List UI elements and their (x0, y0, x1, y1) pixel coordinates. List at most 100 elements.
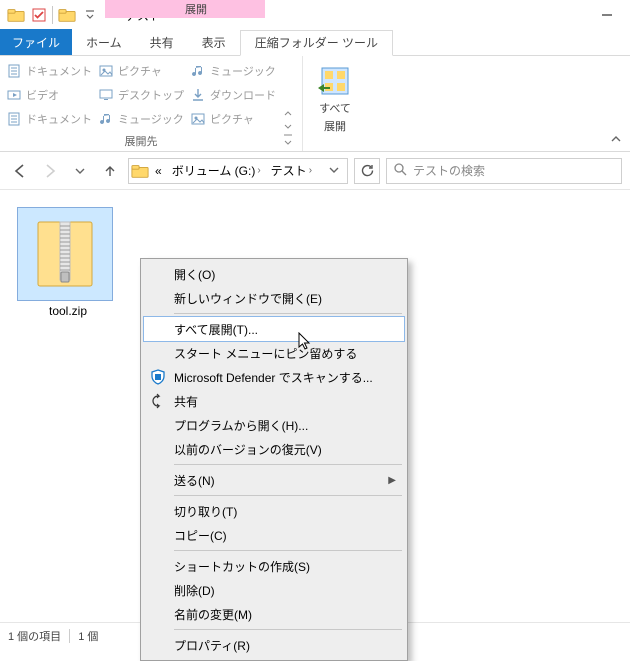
document-icon (6, 63, 22, 79)
destination-item[interactable]: ビデオ (6, 84, 92, 106)
context-menu: 開く(O) 新しいウィンドウで開く(E) すべて展開(T)... スタート メニ… (140, 258, 408, 661)
address-bar[interactable]: « ボリューム (G:)› テスト› (128, 158, 348, 184)
destination-item[interactable]: ミュージック (98, 108, 184, 130)
file-thumbnail (18, 208, 112, 300)
extract-all-button[interactable]: すべて 展開 (309, 60, 361, 138)
menu-share[interactable]: 共有 (144, 389, 404, 413)
tab-home[interactable]: ホーム (72, 29, 136, 55)
share-icon (149, 392, 167, 410)
music-icon (190, 63, 206, 79)
chevron-right-icon[interactable]: › (309, 165, 312, 176)
menu-copy[interactable]: コピー(C) (144, 523, 404, 547)
menu-separator (174, 495, 402, 496)
menu-properties[interactable]: プロパティ(R) (144, 633, 404, 657)
menu-previous-versions[interactable]: 以前のバージョンの復元(V) (144, 437, 404, 461)
context-tab-header: 展開 (105, 0, 265, 18)
destination-label: ビデオ (26, 87, 59, 103)
chevron-right-icon[interactable]: › (257, 165, 260, 176)
search-box[interactable]: テストの検索 (386, 158, 622, 184)
chevron-right-icon: ▶ (388, 475, 396, 486)
destination-label: ミュージック (118, 111, 184, 127)
picture-icon (190, 111, 206, 127)
breadcrumb-seg-1[interactable]: ボリューム (G:)› (168, 162, 265, 179)
menu-cut[interactable]: 切り取り(T) (144, 499, 404, 523)
status-item-count: 1 個の項目 (8, 628, 61, 644)
menu-send-to[interactable]: 送る(N)▶ (144, 468, 404, 492)
zip-icon (34, 218, 96, 290)
ribbon: ドキュメントピクチャミュージックビデオデスクトップダウンロードドキュメントミュー… (0, 56, 630, 152)
menu-open[interactable]: 開く(O) (144, 262, 404, 286)
destination-label: ドキュメント (26, 63, 92, 79)
destination-item[interactable]: デスクトップ (98, 84, 184, 106)
destination-label: ピクチャ (118, 63, 162, 79)
video-icon (6, 87, 22, 103)
ribbon-group-destinations: ドキュメントピクチャミュージックビデオデスクトップダウンロードドキュメントミュー… (0, 56, 303, 151)
group-label: 展開先 (6, 131, 276, 149)
menu-pin-to-start[interactable]: スタート メニューにピン留めする (144, 341, 404, 365)
destination-item[interactable]: ドキュメント (6, 60, 92, 82)
desktop-icon (98, 87, 114, 103)
download-icon (190, 87, 206, 103)
qat-item-1[interactable] (28, 4, 50, 26)
file-item[interactable]: tool.zip (18, 208, 118, 318)
menu-defender-scan[interactable]: Microsoft Defender でスキャンする... (144, 365, 404, 389)
menu-delete[interactable]: 削除(D) (144, 578, 404, 602)
up-button[interactable] (98, 159, 122, 183)
ribbon-group-extract-all: すべて 展開 (303, 56, 367, 151)
destination-item[interactable]: ミュージック (190, 60, 276, 82)
menu-extract-all[interactable]: すべて展開(T)... (144, 317, 404, 341)
picture-icon (98, 63, 114, 79)
menu-rename[interactable]: 名前の変更(M) (144, 602, 404, 626)
destination-label: ピクチャ (210, 111, 254, 127)
tab-share[interactable]: 共有 (136, 29, 188, 55)
title-bar: 展開 テスト (0, 0, 630, 30)
destination-item[interactable]: ピクチャ (98, 60, 184, 82)
divider (69, 629, 70, 643)
quick-access-toolbar (0, 0, 105, 30)
destination-item[interactable]: ドキュメント (6, 108, 92, 130)
refresh-button[interactable] (354, 158, 380, 184)
tab-extract[interactable]: 圧縮フォルダー ツール (240, 30, 393, 56)
menu-separator (174, 464, 402, 465)
qat-dropdown[interactable] (79, 4, 101, 26)
ribbon-tabs: ファイル ホーム 共有 表示 圧縮フォルダー ツール (0, 30, 630, 56)
music-icon (98, 111, 114, 127)
file-name: tool.zip (18, 304, 118, 318)
document-icon (6, 111, 22, 127)
extract-all-icon (318, 64, 352, 98)
status-selected: 1 個 (78, 628, 98, 644)
menu-create-shortcut[interactable]: ショートカットの作成(S) (144, 554, 404, 578)
shield-icon (149, 368, 167, 386)
destination-item[interactable]: ダウンロード (190, 84, 276, 106)
minimize-button[interactable] (584, 0, 630, 30)
extract-all-label-1: すべて (319, 100, 351, 116)
folder-icon (7, 6, 25, 24)
menu-separator (174, 629, 402, 630)
back-button[interactable] (8, 159, 32, 183)
ribbon-collapse-button[interactable] (608, 131, 624, 147)
window-controls (584, 0, 630, 30)
address-dropdown[interactable] (323, 164, 345, 178)
gallery-expand-button[interactable] (280, 109, 296, 149)
tab-view[interactable]: 表示 (188, 29, 240, 55)
menu-open-new-window[interactable]: 新しいウィンドウで開く(E) (144, 286, 404, 310)
destination-label: デスクトップ (118, 87, 184, 103)
menu-separator (174, 313, 402, 314)
destination-label: ドキュメント (26, 111, 92, 127)
menu-open-with[interactable]: プログラムから開く(H)... (144, 413, 404, 437)
divider (52, 6, 53, 24)
destination-label: ミュージック (210, 63, 276, 79)
search-placeholder: テストの検索 (413, 162, 485, 179)
breadcrumb-seg-2[interactable]: テスト› (267, 162, 316, 179)
breadcrumb-prefix[interactable]: « (151, 164, 166, 178)
extract-all-label-2: 展開 (324, 118, 346, 134)
folder-icon (131, 162, 149, 180)
forward-button[interactable] (38, 159, 62, 183)
menu-separator (174, 550, 402, 551)
destination-item[interactable]: ピクチャ (190, 108, 276, 130)
tab-file[interactable]: ファイル (0, 29, 72, 55)
navigation-bar: « ボリューム (G:)› テスト› テストの検索 (0, 152, 630, 190)
search-icon (393, 162, 407, 179)
recent-locations-button[interactable] (68, 159, 92, 183)
folder-icon (58, 6, 76, 24)
